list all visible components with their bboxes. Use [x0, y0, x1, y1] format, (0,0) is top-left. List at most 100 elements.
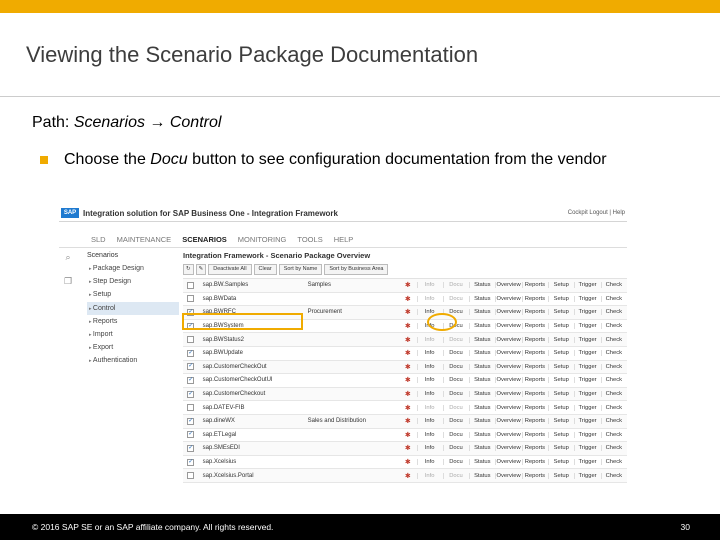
reports-button[interactable]: Reports	[521, 309, 547, 316]
overview-button[interactable]: Overview	[495, 282, 521, 289]
reports-button[interactable]: Reports	[521, 323, 547, 330]
refresh-icon[interactable]: ↻	[183, 264, 194, 275]
overview-button[interactable]: Overview	[495, 336, 521, 343]
overview-button[interactable]: Overview	[495, 391, 521, 398]
wrench-icon[interactable]: ✱	[399, 308, 417, 316]
row-checkbox[interactable]	[187, 295, 195, 303]
nav-item-authentication[interactable]: Authentication	[87, 354, 179, 367]
row-checkbox[interactable]: ✓	[187, 390, 195, 398]
docu-button[interactable]: Docu	[442, 472, 468, 479]
toolbar-button-clear[interactable]: Clear	[253, 264, 277, 275]
wrench-icon[interactable]: ✱	[399, 322, 417, 330]
trigger-button[interactable]: Trigger	[574, 295, 599, 302]
wrench-icon[interactable]: ✱	[399, 281, 417, 289]
trigger-button[interactable]: Trigger	[574, 363, 599, 370]
setup-button[interactable]: Setup	[548, 336, 573, 343]
docu-button[interactable]: Docu	[442, 445, 468, 452]
nav-item-step-design[interactable]: Step Design	[87, 275, 179, 288]
app-user-links[interactable]: Cockpit Logout | Help	[568, 210, 625, 216]
nav-item-setup[interactable]: Setup	[87, 288, 179, 301]
nav-item-export[interactable]: Export	[87, 341, 179, 354]
info-button[interactable]: Info	[416, 431, 442, 438]
docu-button[interactable]: Docu	[442, 377, 468, 384]
docu-button[interactable]: Docu	[442, 391, 468, 398]
edit-icon[interactable]: ✎	[195, 264, 207, 275]
status-button[interactable]: Status	[469, 404, 494, 411]
docu-button[interactable]: Docu	[442, 350, 468, 357]
info-button[interactable]: Info	[416, 459, 442, 466]
overview-button[interactable]: Overview	[495, 350, 521, 357]
trigger-button[interactable]: Trigger	[574, 377, 599, 384]
overview-button[interactable]: Overview	[495, 404, 521, 411]
check-button[interactable]: Check	[600, 431, 626, 438]
trigger-button[interactable]: Trigger	[574, 336, 599, 343]
trigger-button[interactable]: Trigger	[574, 418, 599, 425]
overview-button[interactable]: Overview	[495, 363, 521, 370]
docu-button[interactable]: Docu	[442, 282, 468, 289]
setup-button[interactable]: Setup	[548, 459, 573, 466]
check-button[interactable]: Check	[600, 282, 626, 289]
status-button[interactable]: Status	[469, 282, 494, 289]
trigger-button[interactable]: Trigger	[574, 391, 599, 398]
wrench-icon[interactable]: ✱	[399, 349, 417, 357]
reports-button[interactable]: Reports	[521, 459, 547, 466]
status-button[interactable]: Status	[469, 295, 494, 302]
setup-button[interactable]: Setup	[548, 445, 573, 452]
overview-button[interactable]: Overview	[495, 377, 521, 384]
info-button[interactable]: Info	[416, 350, 442, 357]
nav-item-reports[interactable]: Reports	[87, 315, 179, 328]
check-button[interactable]: Check	[600, 309, 626, 316]
toolbar-button-deactivate-all[interactable]: Deactivate All	[208, 264, 252, 275]
row-checkbox[interactable]: ✓	[187, 431, 195, 439]
setup-button[interactable]: Setup	[548, 377, 573, 384]
reports-button[interactable]: Reports	[521, 282, 547, 289]
row-checkbox[interactable]: ✓	[187, 444, 195, 452]
row-checkbox[interactable]: ✓	[187, 417, 195, 425]
docu-button[interactable]: Docu	[442, 404, 468, 411]
check-button[interactable]: Check	[600, 295, 626, 302]
wrench-icon[interactable]: ✱	[399, 390, 417, 398]
trigger-button[interactable]: Trigger	[574, 323, 599, 330]
row-checkbox[interactable]	[187, 336, 195, 344]
check-button[interactable]: Check	[600, 445, 626, 452]
reports-button[interactable]: Reports	[521, 350, 547, 357]
docu-button[interactable]: Docu	[442, 459, 468, 466]
setup-button[interactable]: Setup	[548, 323, 573, 330]
info-button[interactable]: Info	[416, 472, 442, 479]
overview-button[interactable]: Overview	[495, 323, 521, 330]
overview-button[interactable]: Overview	[495, 431, 521, 438]
wrench-icon[interactable]: ✱	[399, 458, 417, 466]
setup-button[interactable]: Setup	[548, 309, 573, 316]
setup-button[interactable]: Setup	[548, 282, 573, 289]
setup-button[interactable]: Setup	[548, 418, 573, 425]
row-checkbox[interactable]: ✓	[187, 376, 195, 384]
row-checkbox[interactable]: ✓	[187, 458, 195, 466]
status-button[interactable]: Status	[469, 309, 494, 316]
check-button[interactable]: Check	[600, 404, 626, 411]
trigger-button[interactable]: Trigger	[574, 431, 599, 438]
reports-button[interactable]: Reports	[521, 418, 547, 425]
check-button[interactable]: Check	[600, 350, 626, 357]
setup-button[interactable]: Setup	[548, 391, 573, 398]
check-button[interactable]: Check	[600, 391, 626, 398]
status-button[interactable]: Status	[469, 391, 494, 398]
menu-item-maintenance[interactable]: MAINTENANCE	[117, 235, 172, 244]
reports-button[interactable]: Reports	[521, 336, 547, 343]
nav-item-control[interactable]: Control	[87, 301, 179, 315]
trigger-button[interactable]: Trigger	[574, 472, 599, 479]
menu-item-monitoring[interactable]: MONITORING	[238, 235, 287, 244]
search-icon[interactable]: ⌕	[63, 252, 73, 262]
wrench-icon[interactable]: ✱	[399, 417, 417, 425]
setup-button[interactable]: Setup	[548, 472, 573, 479]
reports-button[interactable]: Reports	[521, 472, 547, 479]
info-button[interactable]: Info	[416, 377, 442, 384]
row-checkbox[interactable]	[187, 404, 195, 412]
overview-button[interactable]: Overview	[495, 295, 521, 302]
check-button[interactable]: Check	[600, 377, 626, 384]
docu-button[interactable]: Docu	[442, 295, 468, 302]
check-button[interactable]: Check	[600, 336, 626, 343]
menu-item-sld[interactable]: SLD	[91, 235, 106, 244]
reports-button[interactable]: Reports	[521, 391, 547, 398]
wrench-icon[interactable]: ✱	[399, 336, 417, 344]
check-button[interactable]: Check	[600, 472, 626, 479]
